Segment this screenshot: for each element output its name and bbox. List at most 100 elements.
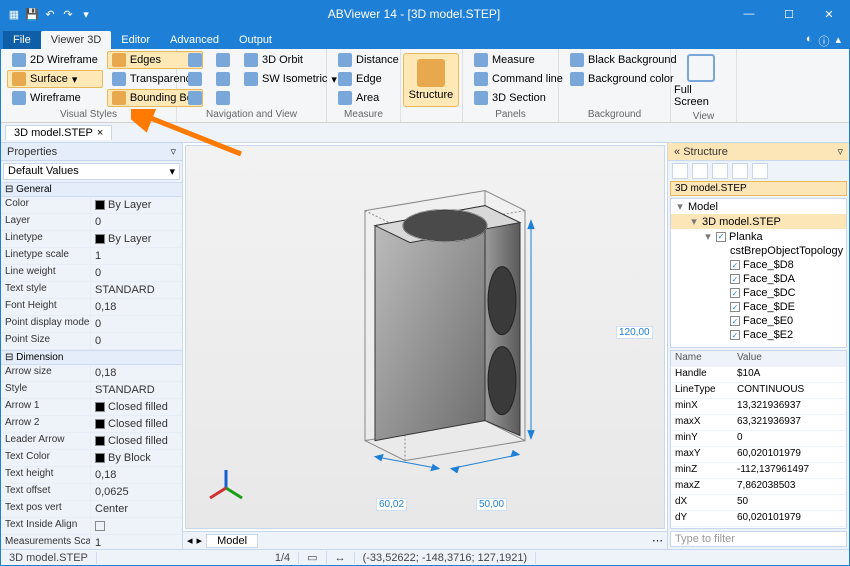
tree-node[interactable]: ✓Face_$E0 [671,314,846,328]
tab-advanced[interactable]: Advanced [160,31,229,49]
surface-icon [12,72,26,86]
ribbon-help-icon[interactable]: ◐ [806,33,813,49]
ribbon-info-icon[interactable]: ⓘ [818,33,829,49]
chevron-left-icon[interactable]: « [674,146,680,158]
chevron-down-icon: ▾ [169,165,175,178]
property-row[interactable]: Measurements Scale1 [1,535,182,549]
qat-save-icon[interactable]: 💾 [25,7,39,21]
status-tool-1[interactable]: ▭ [299,551,326,564]
tab-output[interactable]: Output [229,31,282,49]
fullscreen-icon [687,54,715,82]
property-row[interactable]: Text offset0,0625 [1,484,182,501]
qat-dropdown-icon[interactable]: ▾ [79,7,93,21]
wireframe-icon [12,91,26,105]
panel-menu-icon[interactable]: ▿ [170,145,176,158]
vtab-next-icon[interactable]: ▸ [197,534,203,547]
maximize-button[interactable]: ☐ [769,1,809,27]
property-row[interactable]: Arrow 1Closed filled [1,399,182,416]
property-row[interactable]: Arrow 2Closed filled [1,416,182,433]
filter-input[interactable]: Type to filter [670,531,847,547]
property-row[interactable]: LinetypeBy Layer [1,231,182,248]
struct-tool-3[interactable] [712,163,728,179]
btn-measure-panel[interactable]: Measure [469,51,568,69]
section-icon [474,91,488,105]
nav-pan[interactable] [211,51,235,69]
nav-home[interactable] [183,89,207,107]
property-row[interactable]: Layer0 [1,214,182,231]
btn-wireframe[interactable]: Wireframe [7,89,103,107]
property-row[interactable]: ColorBy Layer [1,197,182,214]
tree-node[interactable]: ✓Face_$DC [671,286,846,300]
property-row[interactable]: StyleSTANDARD [1,382,182,399]
btn-3d-section[interactable]: 3D Section [469,89,568,107]
btn-full-screen[interactable]: Full Screen [673,53,729,109]
vtab-prev-icon[interactable]: ◂ [187,534,193,547]
close-icon[interactable]: × [97,127,103,139]
tree-node[interactable]: ▾3D model.STEP [671,214,846,229]
property-row[interactable]: Text pos vertCenter [1,501,182,518]
property-row[interactable]: Leader ArrowClosed filled [1,433,182,450]
nav-zoomfit[interactable] [183,51,207,69]
properties-combo[interactable]: Default Values▾ [3,163,180,180]
btn-surface[interactable]: Surface▾ [7,70,103,88]
property-row[interactable]: Text height0,18 [1,467,182,484]
qat-undo-icon[interactable]: ↶ [43,7,57,21]
cmd-icon [474,72,488,86]
struct-tool-2[interactable] [692,163,708,179]
status-tool-2[interactable]: ↔ [327,552,355,564]
minimize-button[interactable]: — [729,1,769,27]
nav-rotate[interactable] [211,70,235,88]
property-row[interactable]: Text ColorBy Block [1,450,182,467]
structure-icon [417,59,445,87]
properties-grid: ⊟ GeneralColorBy LayerLayer0LinetypeBy L… [1,182,182,549]
qat-redo-icon[interactable]: ↷ [61,7,75,21]
property-row[interactable]: Font Height0,18 [1,299,182,316]
ribbon-min-icon[interactable]: ▴ [835,33,841,49]
group-visual-styles: Visual Styles [7,107,170,122]
object-property-row: maxX63,321936937 [671,415,846,431]
property-row[interactable]: Point Size0 [1,333,182,350]
tree-node[interactable]: ✓Face_$E2 [671,328,846,342]
property-row[interactable]: Arrow size0,18 [1,365,182,382]
nav-zoomin[interactable] [183,70,207,88]
tree-node[interactable]: ▾Model [671,199,846,214]
viewtab-model[interactable]: Model [206,534,258,548]
tree-node[interactable]: ✓Face_$D8 [671,258,846,272]
doc-tab[interactable]: 3D model.STEP× [5,125,112,140]
property-row[interactable]: Line weight0 [1,265,182,282]
panel-menu-icon[interactable]: ▿ [837,145,843,158]
btn-bg-color[interactable]: Background color [565,70,682,88]
object-property-row: minY0 [671,431,846,447]
btn-structure[interactable]: Structure [403,53,459,107]
tree-node[interactable]: ✓Face_$DA [671,272,846,286]
distance-icon [338,53,352,67]
close-button[interactable]: ✕ [809,1,849,27]
tab-viewer-3d[interactable]: Viewer 3D [41,31,112,49]
tab-editor[interactable]: Editor [111,31,160,49]
zoomfit-icon [188,53,202,67]
structure-tree[interactable]: ▾Model▾3D model.STEP▾✓PlankacstBrepObjec… [670,198,847,348]
tree-node[interactable]: cstBrepObjectTopology [671,244,846,258]
nav-reset[interactable] [211,89,235,107]
structure-breadcrumb[interactable]: 3D model.STEP [670,181,847,196]
group-view: View [673,109,734,124]
property-row[interactable]: Text Inside Align [1,518,182,535]
btn-2d-wireframe[interactable]: 2D Wireframe [7,51,103,69]
cube-wire-icon [12,53,26,67]
viewport-3d[interactable]: 120,00 60,02 50,00 [185,145,665,529]
group-measure: Measure [333,107,394,122]
window-title: ABViewer 14 - [3D model.STEP] [99,7,729,21]
struct-tool-4[interactable] [732,163,748,179]
property-row[interactable]: Linetype scale1 [1,248,182,265]
property-row[interactable]: Text styleSTANDARD [1,282,182,299]
tab-file[interactable]: File [3,31,41,49]
struct-tool-5[interactable] [752,163,768,179]
btn-command-line[interactable]: Command line [469,70,568,88]
rotate-icon [216,72,230,86]
property-row[interactable]: Point display mode0 [1,316,182,333]
btn-black-bg[interactable]: Black Background [565,51,682,69]
vtab-scroll-icon[interactable]: ⋯ [652,534,663,547]
tree-node[interactable]: ✓Face_$DE [671,300,846,314]
struct-tool-1[interactable] [672,163,688,179]
tree-node[interactable]: ▾✓Planka [671,229,846,244]
